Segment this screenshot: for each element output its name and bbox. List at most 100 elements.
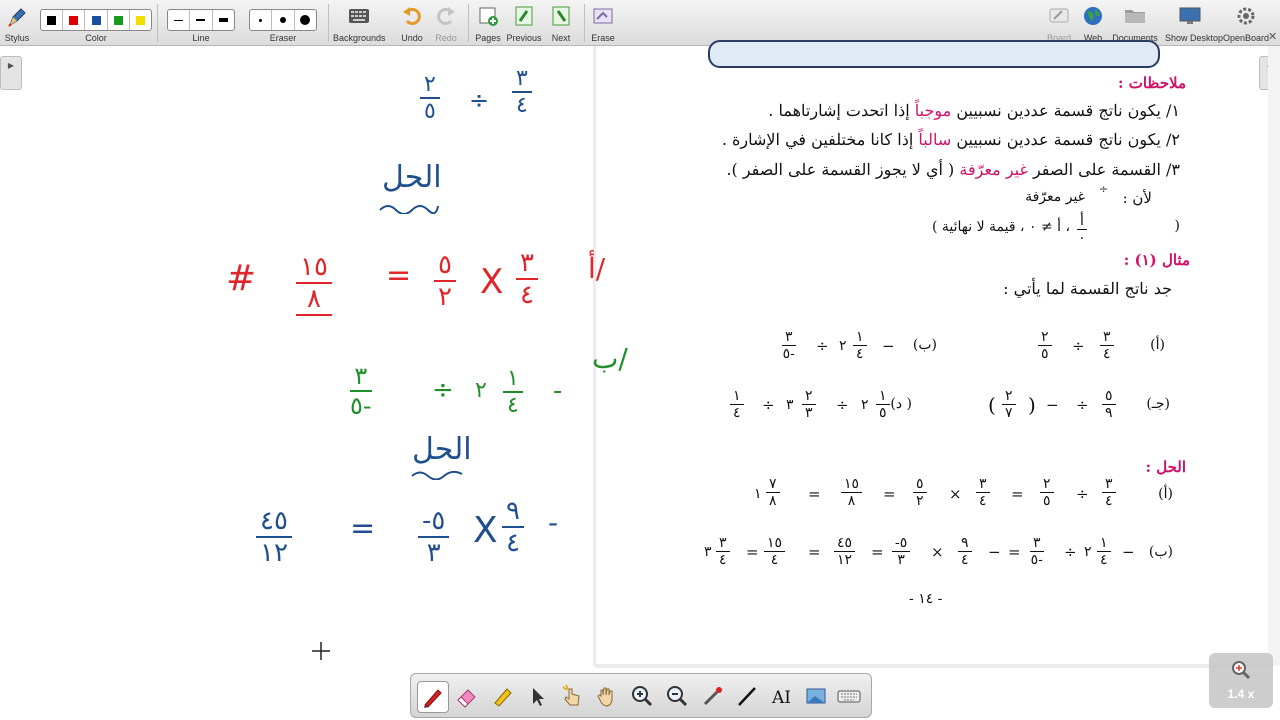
- erase-button[interactable]: Erase: [578, 3, 628, 43]
- fraction-denominator: ٩: [1105, 405, 1113, 421]
- left-panel-handle[interactable]: ▶: [0, 56, 22, 90]
- show-desktop-button[interactable]: Show Desktop: [1165, 3, 1223, 43]
- color-group: Color: [40, 3, 152, 43]
- handwritten-fraction: ٩ ٤: [502, 496, 524, 558]
- fraction: ١٥ ٨: [841, 476, 863, 509]
- eraser-medium[interactable]: [272, 10, 295, 30]
- arrow-cursor-icon: [533, 688, 544, 706]
- right-scrollbar[interactable]: [1268, 46, 1280, 666]
- fraction-denominator: ٤: [507, 393, 519, 418]
- handwritten-fraction: ١ ٤: [503, 366, 523, 418]
- gear-icon: [1237, 7, 1255, 25]
- erase-label: Erase: [591, 33, 615, 43]
- handwritten-divide: ÷: [469, 86, 490, 114]
- zoom-in-tool[interactable]: [627, 681, 657, 711]
- fraction-denominator: ٤: [856, 346, 864, 362]
- equals-sign: =: [871, 543, 884, 561]
- fraction: ٢٥: [1040, 476, 1054, 509]
- fraction-denominator: ٢: [438, 282, 452, 312]
- openboard-button[interactable]: OpenBoard: [1221, 3, 1271, 43]
- color-swatch-green[interactable]: [108, 10, 130, 30]
- fraction: ٢٣: [802, 388, 816, 421]
- keyboard-tool[interactable]: [834, 681, 864, 711]
- line-tool[interactable]: [732, 681, 762, 711]
- separator: [328, 4, 329, 42]
- line-icon: [738, 687, 756, 706]
- color-swatch-black[interactable]: [41, 10, 64, 30]
- color-swatch-yellow[interactable]: [130, 10, 151, 30]
- handwritten-equals: =: [350, 511, 376, 546]
- highlighter-tool[interactable]: [487, 681, 517, 711]
- fraction-denominator: ٥: [1041, 346, 1049, 362]
- eraser-small[interactable]: [250, 10, 273, 30]
- line-width-picker[interactable]: [167, 9, 235, 31]
- paren-close: ): [1028, 393, 1036, 417]
- fraction: ٣ ٥-: [782, 329, 796, 362]
- documents-button[interactable]: Documents: [1110, 3, 1160, 43]
- zoom-icon: [1232, 661, 1251, 680]
- handwritten-fraction: ٣ ٤: [512, 66, 532, 118]
- capture-tool[interactable]: [801, 681, 831, 711]
- fraction: ٣٤: [1102, 476, 1116, 509]
- hand-icon: [597, 687, 613, 707]
- openboard-label: OpenBoard: [1222, 33, 1270, 43]
- fraction-denominator: ٤: [733, 405, 741, 421]
- stylus-button[interactable]: Stylus: [0, 3, 42, 43]
- fraction-numerator: ٣: [512, 66, 532, 93]
- laser-pointer-icon: [703, 687, 722, 706]
- color-swatch-blue[interactable]: [85, 10, 108, 30]
- handwritten-minus: -: [553, 376, 563, 406]
- interact-tool[interactable]: [557, 681, 587, 711]
- line-thin[interactable]: [168, 10, 191, 30]
- selector-tool[interactable]: [522, 681, 552, 711]
- equals-sign: =: [808, 485, 821, 503]
- label-a: (أ): [1158, 486, 1173, 502]
- color-swatch-red[interactable]: [63, 10, 86, 30]
- backgrounds-button[interactable]: Backgrounds: [333, 3, 386, 43]
- note-highlight: غير معرّفة: [959, 160, 1028, 179]
- fraction-numerator: ٤٥: [834, 535, 856, 552]
- pointing-hand-icon: [562, 684, 580, 706]
- fraction-denominator: ٧: [1005, 405, 1013, 421]
- fraction-numerator: ٥: [434, 250, 456, 282]
- pen-tool[interactable]: [417, 681, 449, 713]
- notes-title: ملاحظات :: [1117, 74, 1186, 92]
- fraction-denominator: ٥: [1043, 493, 1051, 509]
- eraser-tool[interactable]: [452, 681, 482, 711]
- line-label: Line: [192, 33, 210, 43]
- minus-sign: −: [988, 543, 1001, 561]
- label-d: ( د): [890, 396, 912, 412]
- handwritten-fraction: ٢ ٥: [420, 72, 440, 124]
- example-question: جد ناتج القسمة لما يأتي :: [1003, 279, 1172, 298]
- divide-sign: ÷: [836, 396, 849, 414]
- line-medium[interactable]: [190, 10, 213, 30]
- fraction-numerator: ٥: [1102, 388, 1116, 405]
- eraser-large[interactable]: [295, 10, 316, 30]
- zoom-in-icon: [632, 686, 653, 707]
- fraction-denominator: ٤: [516, 93, 528, 118]
- fraction-numerator: ١٥: [841, 476, 863, 493]
- color-picker[interactable]: [40, 9, 152, 31]
- fraction-denominator: ٥: [424, 99, 436, 124]
- handwritten-whole-number: ٢: [475, 378, 487, 403]
- zoom-indicator[interactable]: 1.4 x: [1209, 653, 1273, 708]
- text-tool[interactable]: AI: [767, 681, 797, 711]
- fraction-denominator: ٥: [879, 405, 887, 421]
- zoom-out-tool[interactable]: [662, 681, 692, 711]
- fraction: ١٤: [730, 388, 744, 421]
- eraser-size-picker[interactable]: [249, 9, 317, 31]
- close-icon[interactable]: ✕: [1268, 30, 1277, 43]
- a-over-zero: أ ٠: [1077, 213, 1087, 246]
- desktop-icon: [1179, 7, 1201, 24]
- fraction-numerator: ٣: [716, 535, 730, 552]
- fraction-numerator: -٥: [892, 535, 911, 552]
- equals-sign: =: [1008, 543, 1021, 561]
- line-thick[interactable]: [213, 10, 234, 30]
- note-text: يكون ناتج قسمة عددين نسبيين: [956, 130, 1161, 149]
- fraction-numerator: ٧: [766, 476, 780, 493]
- add-page-icon: [479, 7, 498, 26]
- label-a: (أ): [1150, 337, 1165, 353]
- fraction-denominator: ٨: [296, 284, 332, 316]
- hand-tool[interactable]: [592, 681, 622, 711]
- laser-pointer-tool[interactable]: [697, 681, 727, 711]
